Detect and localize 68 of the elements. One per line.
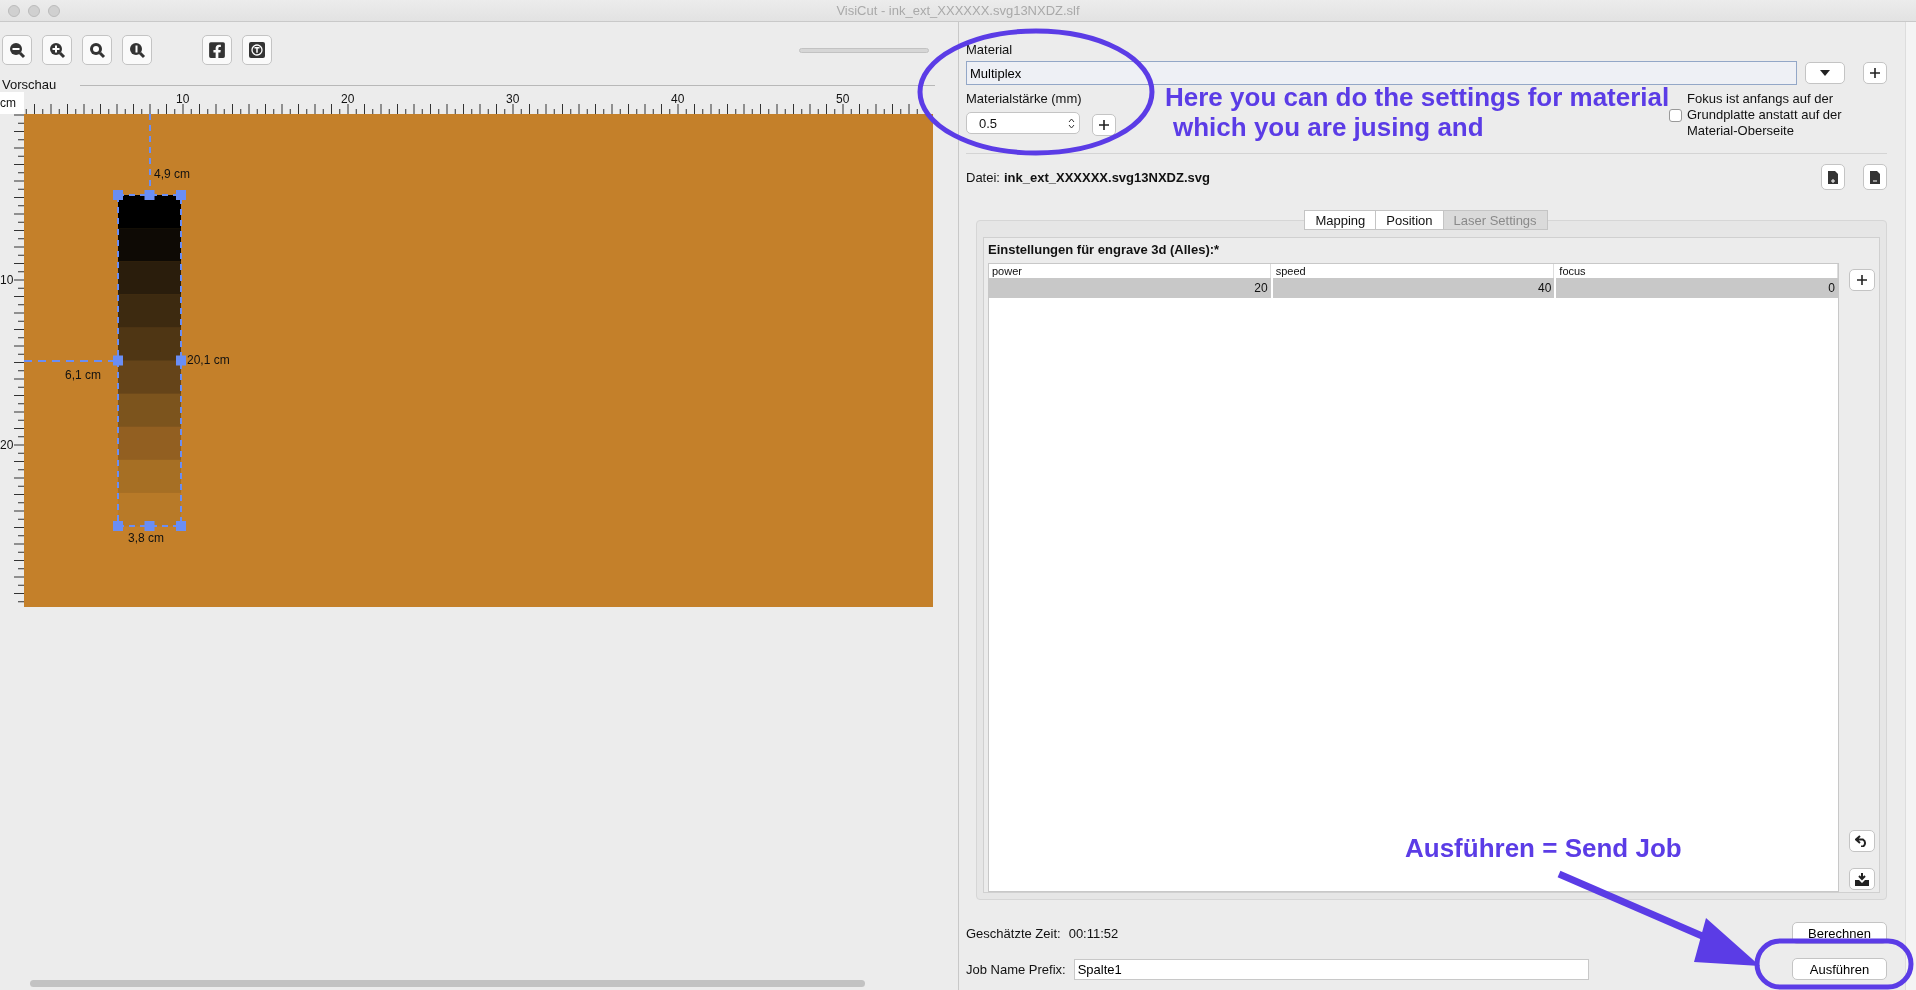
ruler-label: 30 (506, 93, 520, 105)
file-label: Datei: (966, 169, 1000, 185)
facebook-icon (208, 41, 226, 59)
ruler-label: 10 (0, 274, 14, 286)
add-file-button[interactable] (1821, 164, 1845, 190)
time-label: Geschätzte Zeit: (966, 925, 1061, 941)
magnifier-icon (128, 41, 146, 59)
plus-icon (1857, 275, 1867, 285)
thickness-spinner[interactable]: 0.5 (966, 112, 1080, 134)
window-title: VisiCut - ink_ext_XXXXXX.svg13NXDZ.slf (835, 3, 1081, 18)
dimension-label: 3,8 cm (128, 531, 164, 545)
table-cell[interactable]: 0 (1556, 278, 1838, 298)
zoom-fit-button[interactable] (82, 35, 112, 65)
download-button[interactable] (1849, 868, 1875, 890)
plus-icon (1099, 120, 1109, 130)
remove-file-button[interactable] (1863, 164, 1887, 190)
file-add-icon (1828, 170, 1838, 184)
ruler-label: 40 (671, 93, 685, 105)
dimension-label: 20,1 cm (187, 353, 230, 367)
job-prefix-field[interactable]: Spalte1 (1073, 958, 1589, 980)
add-button[interactable] (1863, 62, 1887, 84)
zoom-slider[interactable] (799, 47, 929, 53)
zoom-in-icon (48, 41, 66, 59)
ruler-label: 10 (176, 93, 190, 105)
file-name: ink_ext_XXXXXX.svg13NXDZ.svg (1003, 169, 1210, 185)
tag-button[interactable] (242, 35, 272, 65)
table-cell[interactable]: 20 (989, 278, 1271, 298)
zoom-out-icon (8, 41, 26, 59)
dimension-label: 4,9 cm (154, 167, 190, 181)
zoom-in-button[interactable] (42, 35, 72, 65)
ruler-label: 50 (836, 93, 850, 105)
add-button[interactable] (1849, 269, 1875, 291)
caret-icon (1820, 70, 1830, 76)
scrollbar[interactable] (30, 979, 865, 987)
focus-checkbox[interactable] (1669, 108, 1682, 122)
preview-title: Vorschau (1, 78, 58, 92)
stepper-icon (1068, 117, 1075, 129)
table-title: Einstellungen für engrave 3d (Alles):* (988, 242, 1221, 257)
tab[interactable]: Position (1375, 210, 1444, 230)
focus-checkbox-label: Fokus ist anfangs auf der Grundplatte anstatt auf der Material-Oberseite (1687, 91, 1843, 139)
thickness-label: Materialstärke (mm) (966, 91, 1083, 106)
ruler-label: 20 (341, 93, 355, 105)
table-cell[interactable]: 40 (1272, 278, 1555, 298)
download-icon (1855, 872, 1869, 886)
run-button[interactable]: Ausführen (1792, 958, 1887, 980)
undo-icon (1855, 835, 1869, 847)
zoom-actual-size-button[interactable] (122, 35, 152, 65)
circle-icon (248, 41, 266, 59)
facebook-button[interactable] (202, 35, 232, 65)
gradient-strip-drawing[interactable] (113, 190, 186, 531)
tab[interactable]: Mapping (1304, 210, 1377, 230)
material-label: Material (966, 42, 1014, 57)
dropdown-button[interactable] (1805, 62, 1845, 84)
ruler-label: 20 (0, 439, 14, 451)
time-value: 00:11:52 (1068, 925, 1119, 941)
plus-icon (1870, 68, 1880, 78)
magnifier-icon (88, 41, 106, 59)
dimension-label: 6,1 cm (65, 368, 101, 382)
annotation-note: Ausführen = Send Job (1405, 833, 1682, 863)
file-remove-icon (1870, 170, 1880, 184)
scrollbar[interactable] (1905, 22, 1916, 990)
add-button[interactable] (1092, 114, 1116, 136)
material-field[interactable]: Multiplex (966, 61, 1797, 85)
unit-label: cm (0, 96, 17, 110)
zoom-out-button[interactable] (2, 35, 32, 65)
job-prefix-label: Job Name Prefix: (966, 961, 1066, 977)
undo-button[interactable] (1849, 830, 1875, 852)
annotation-note: Here you can do the settings for material which you are jusing and (1165, 82, 1670, 142)
